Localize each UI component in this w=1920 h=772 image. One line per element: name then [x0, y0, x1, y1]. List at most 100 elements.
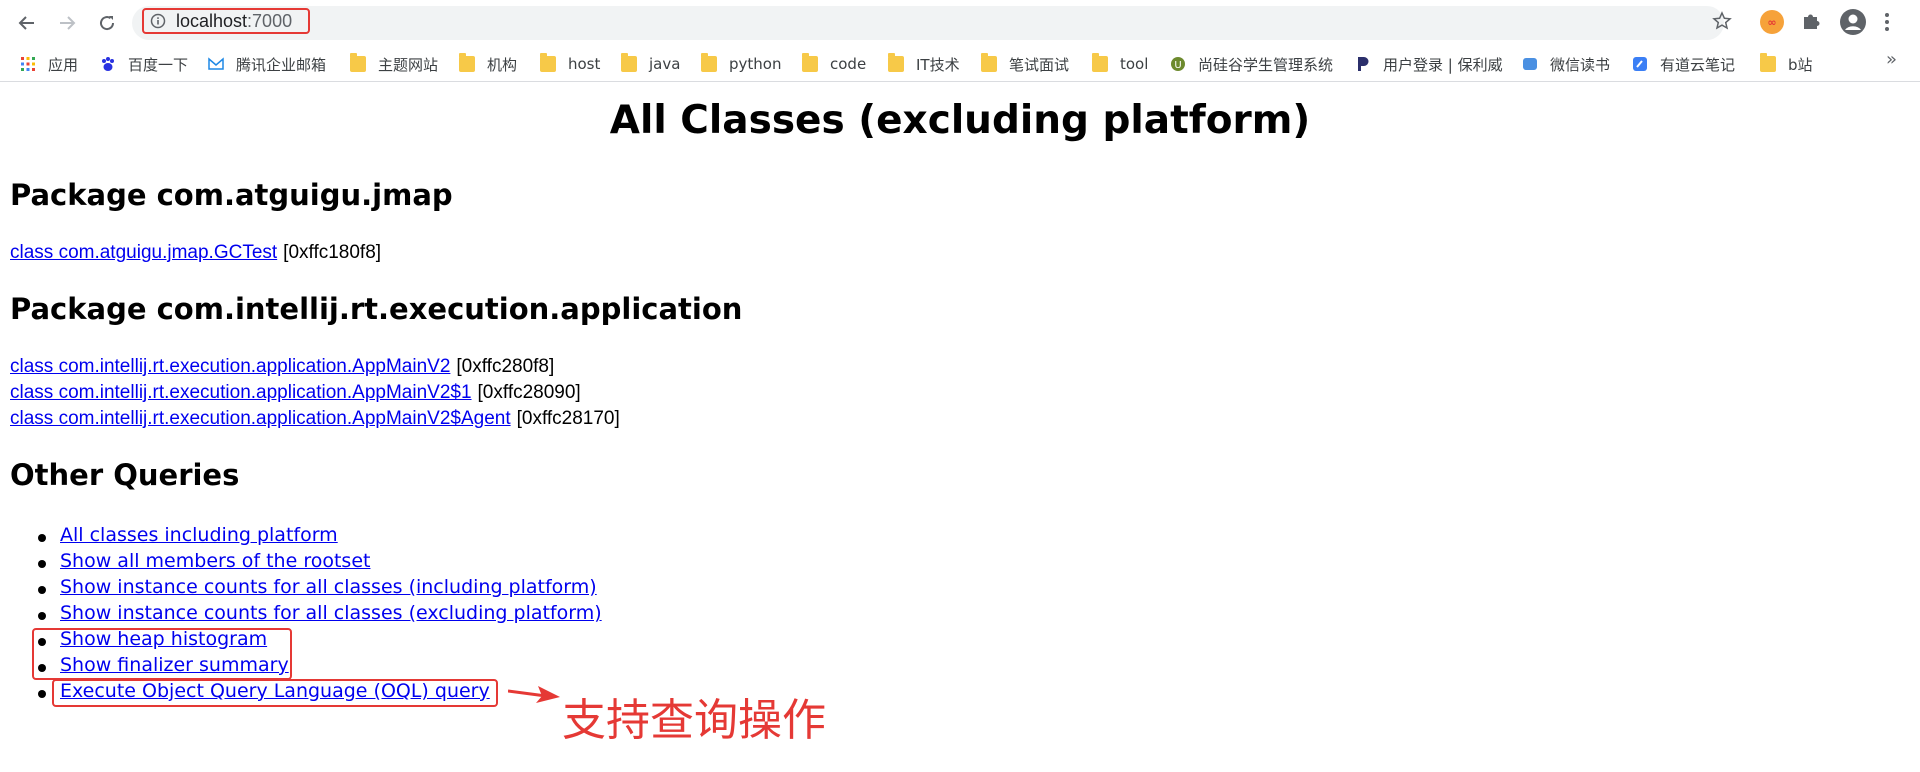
bookmark-weread[interactable]: 微信读书	[1522, 52, 1610, 76]
tencent-mail-icon	[208, 57, 224, 70]
bookmark-label: 有道云笔记	[1660, 55, 1736, 74]
bookmark-label: 应用	[48, 55, 79, 74]
class-address: [0xffc28090]	[477, 382, 581, 403]
list-item: Show instance counts for all classes (in…	[0, 576, 602, 602]
bookmark-label: java	[649, 55, 681, 73]
back-arrow-icon	[18, 16, 34, 30]
folder-icon	[1092, 53, 1108, 72]
bullet	[38, 612, 46, 620]
atguigu-logo-icon: U	[1171, 57, 1185, 71]
bookmark-label: 尚硅谷学生管理系统	[1198, 55, 1334, 74]
bookmark-label: code	[830, 55, 867, 73]
bullet	[38, 586, 46, 594]
highlight-box-oql	[52, 679, 498, 707]
extensions-puzzle-icon[interactable]	[1800, 10, 1822, 36]
bookmark-label: 主题网站	[378, 55, 439, 74]
bookmark-label: host	[568, 55, 601, 73]
query-link-instance-counts-excl[interactable]: Show instance counts for all classes (ex…	[60, 602, 602, 624]
bookmark-youdao[interactable]: 有道云笔记	[1632, 52, 1735, 76]
class-link[interactable]: class com.atguigu.jmap.GCTest	[10, 242, 277, 263]
menu-kebab-icon[interactable]	[1884, 10, 1890, 38]
apps-grid-icon	[21, 57, 35, 71]
bookmark-folder-code[interactable]: code	[802, 52, 866, 76]
bookmark-folder-python[interactable]: python	[701, 52, 781, 76]
query-link-instance-counts-incl[interactable]: Show instance counts for all classes (in…	[60, 576, 597, 598]
url-port: :7000	[247, 11, 293, 31]
bookmark-label: 百度一下	[128, 55, 189, 74]
package-heading-atguigu: Package com.atguigu.jmap	[10, 178, 453, 212]
baidu-paw-icon	[102, 57, 114, 71]
folder-icon	[888, 53, 904, 72]
url-host: localhost	[176, 11, 248, 31]
other-queries-heading: Other Queries	[10, 458, 240, 492]
reload-icon	[100, 16, 115, 31]
bullet	[38, 690, 46, 698]
bookmark-label: 微信读书	[1550, 55, 1611, 74]
bookmark-folder-jigou[interactable]: 机构	[459, 52, 517, 76]
class-link[interactable]: class com.intellij.rt.execution.applicat…	[10, 408, 511, 429]
weread-icon	[1523, 58, 1537, 70]
bookmark-apps[interactable]: 应用	[20, 52, 78, 76]
extension-infinity-icon[interactable]: ∞	[1760, 10, 1784, 34]
bookmarks-bar: 应用 百度一下 腾讯企业邮箱 主题网站 机构 host java python …	[0, 46, 1920, 82]
package-heading-intellij: Package com.intellij.rt.execution.applic…	[10, 292, 743, 326]
class-link[interactable]: class com.intellij.rt.execution.applicat…	[10, 382, 472, 403]
url-text[interactable]: localhost:7000	[176, 11, 292, 32]
folder-icon	[621, 53, 637, 72]
forward-arrow-icon	[60, 16, 76, 30]
youdao-note-icon	[1633, 57, 1647, 71]
folder-icon	[981, 53, 997, 72]
bookmark-baidu[interactable]: 百度一下	[100, 52, 188, 76]
folder-icon	[540, 53, 556, 72]
class-row: class com.intellij.rt.execution.applicat…	[10, 382, 581, 404]
query-link-rootset[interactable]: Show all members of the rootset	[60, 550, 370, 572]
bookmark-folder-java[interactable]: java	[621, 52, 680, 76]
folder-icon	[701, 53, 717, 72]
bookmark-folder-interview[interactable]: 笔试面试	[981, 52, 1069, 76]
annotation-arrow-icon	[508, 686, 560, 703]
list-item: Show instance counts for all classes (ex…	[0, 602, 602, 628]
class-row: class com.intellij.rt.execution.applicat…	[10, 408, 620, 430]
bookmarks-overflow-button[interactable]: »	[1886, 49, 1897, 70]
polyv-logo-icon	[1358, 57, 1369, 71]
class-link[interactable]: class com.intellij.rt.execution.applicat…	[10, 356, 450, 377]
bookmark-label: python	[729, 55, 782, 73]
bookmark-atguigu[interactable]: U 尚硅谷学生管理系统	[1170, 52, 1333, 76]
query-link-all-classes[interactable]: All classes including platform	[60, 524, 338, 546]
bookmark-label: 笔试面试	[1009, 55, 1070, 74]
list-item: All classes including platform	[0, 524, 602, 550]
bookmark-folder-tool[interactable]: tool	[1092, 52, 1148, 76]
svg-text:U: U	[1174, 60, 1181, 71]
profile-avatar-icon[interactable]	[1839, 8, 1867, 40]
folder-icon	[459, 53, 475, 72]
bookmark-polyv[interactable]: 用户登录 | 保利威	[1355, 52, 1503, 76]
bullet	[38, 560, 46, 568]
bookmark-star-icon[interactable]	[1712, 11, 1732, 35]
bookmark-label: 机构	[487, 55, 518, 74]
bullet	[38, 534, 46, 542]
address-bar[interactable]	[132, 6, 1724, 40]
bookmark-tencent-mail[interactable]: 腾讯企业邮箱	[208, 52, 326, 76]
bookmark-folder-bilibili[interactable]: b站	[1760, 52, 1813, 76]
bookmark-folder-it[interactable]: IT技术	[888, 52, 960, 76]
site-info-icon[interactable]	[150, 13, 166, 33]
bookmark-folder-themes[interactable]: 主题网站	[350, 52, 438, 76]
folder-icon	[350, 53, 366, 72]
class-address: [0xffc28170]	[516, 408, 620, 429]
list-item: Show all members of the rootset	[0, 550, 602, 576]
browser-toolbar: localhost:7000 ∞	[0, 0, 1920, 46]
back-button[interactable]	[13, 9, 41, 37]
reload-button[interactable]	[93, 9, 121, 37]
bookmark-label: 腾讯企业邮箱	[236, 55, 327, 74]
annotation-text: 支持查询操作	[562, 695, 826, 746]
bookmark-folder-host[interactable]: host	[540, 52, 600, 76]
folder-icon	[802, 53, 818, 72]
highlight-box-histogram-finalizer	[32, 628, 292, 680]
page-content: All Classes (excluding platform) Package…	[0, 82, 1920, 772]
forward-button[interactable]	[53, 9, 81, 37]
class-address: [0xffc180f8]	[283, 242, 382, 263]
bookmark-label: 用户登录 | 保利威	[1383, 55, 1503, 74]
folder-icon	[1760, 53, 1776, 72]
page-title: All Classes (excluding platform)	[609, 98, 1311, 143]
class-address: [0xffc280f8]	[456, 356, 555, 377]
